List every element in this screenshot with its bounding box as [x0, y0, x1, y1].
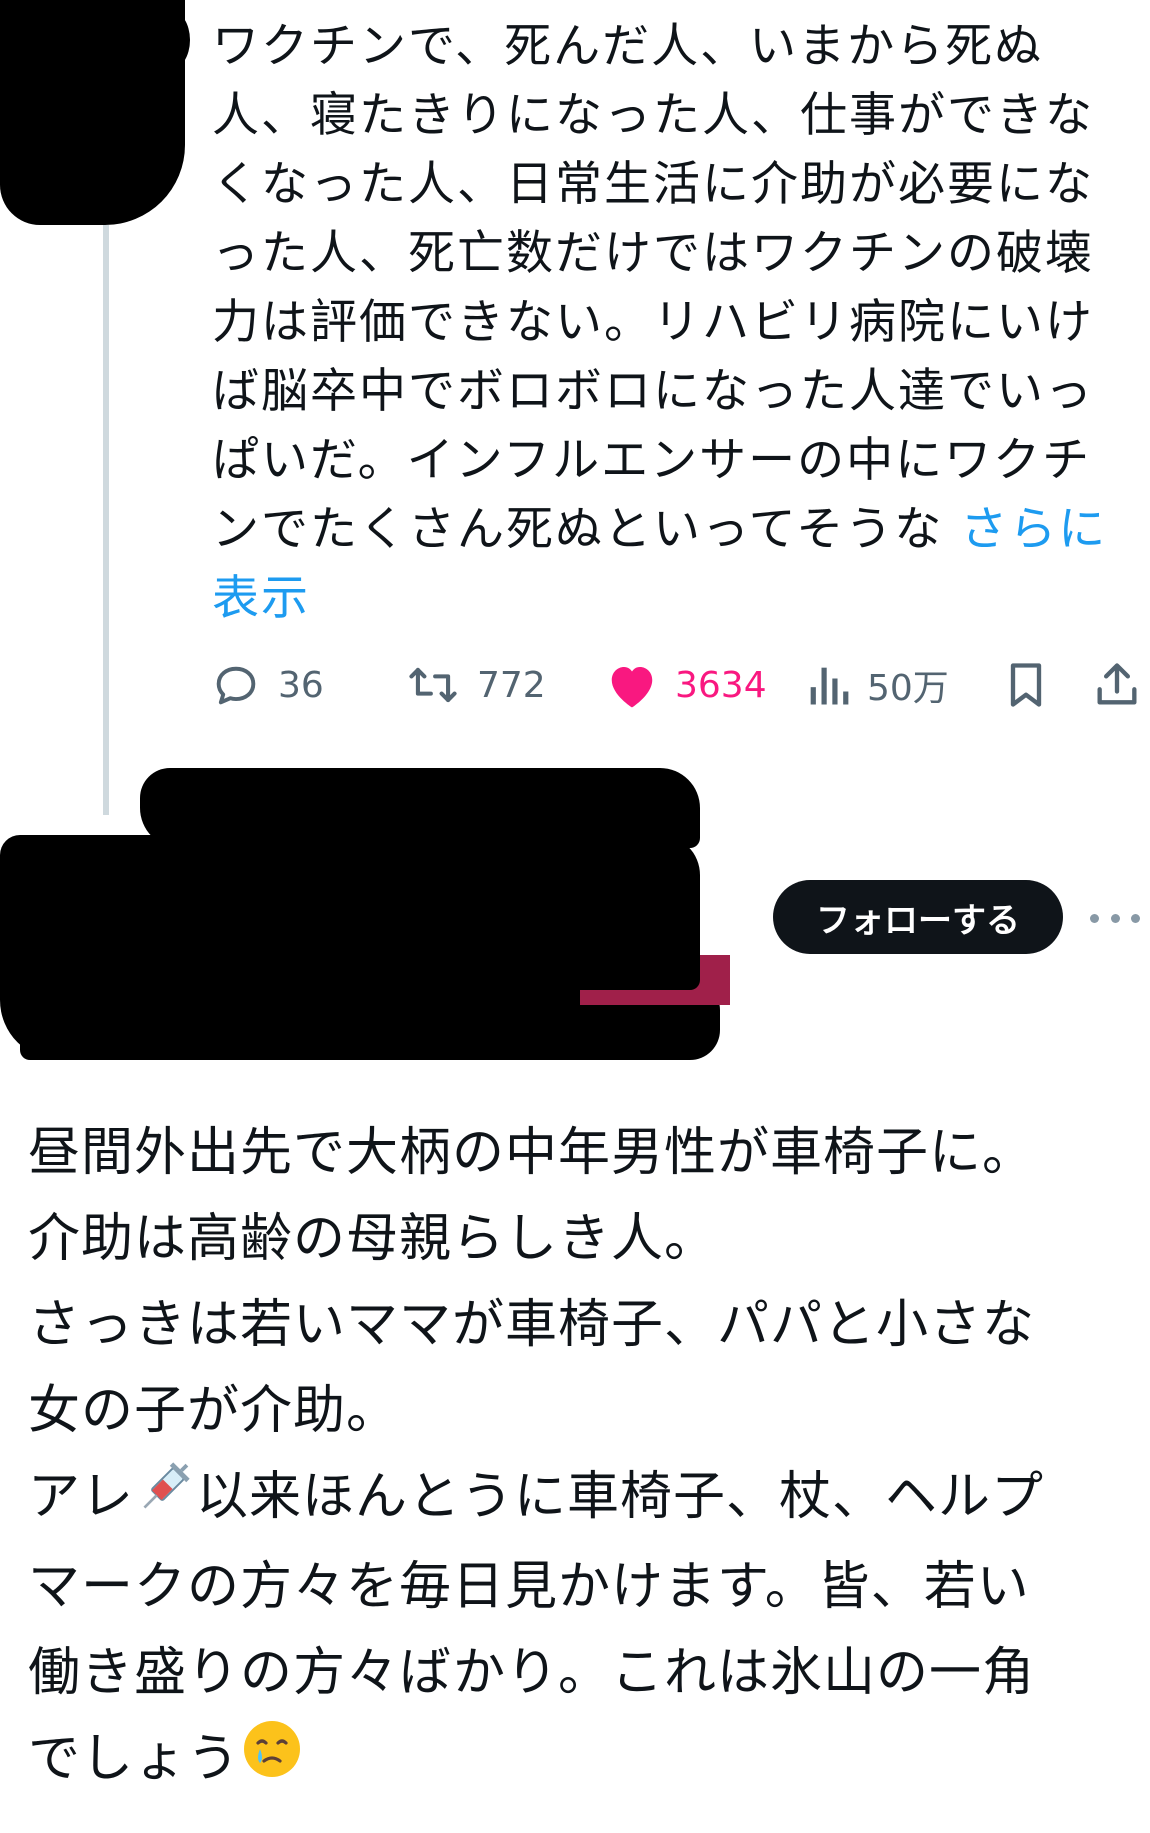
follow-button[interactable]: フォローする	[773, 880, 1063, 954]
like-button[interactable]: 3634	[605, 650, 767, 720]
thread-line	[103, 225, 109, 815]
redacted-avatar-edge	[150, 10, 190, 70]
views-icon	[805, 659, 851, 711]
tweet2-line-2: 介助は高齢の母親らしき人。	[28, 1209, 718, 1269]
crying-face-icon	[240, 1717, 304, 1807]
more-icon[interactable]	[1090, 893, 1140, 943]
tweet2-line-5a: アレ	[28, 1467, 135, 1527]
heart-icon	[605, 659, 659, 711]
reply-icon	[210, 659, 262, 711]
tweet2-line-5b: 以来ほんとうに車椅子、杖、ヘルプ	[196, 1467, 1045, 1527]
tweet2-line-7: 働き盛りの方々ばかり。これは氷山の一角	[28, 1643, 1036, 1703]
repost-button[interactable]: 772	[405, 650, 546, 720]
views-button[interactable]: 50万	[805, 650, 949, 720]
reply-button[interactable]: 36	[210, 650, 324, 720]
like-count: 3634	[675, 664, 767, 706]
tweet2-line-4: 女の子が介助。	[28, 1381, 400, 1441]
tweet2-line-8: でしょう	[28, 1729, 241, 1789]
share-button[interactable]	[1093, 650, 1141, 720]
repost-icon	[405, 659, 461, 711]
tweet2-line-6: マークの方々を毎日見かけます。皆、若い	[28, 1557, 1030, 1617]
bookmark-icon	[1003, 659, 1049, 711]
tweet-actions: 36 772 3634 50万	[0, 650, 1150, 720]
tweet-text-2: 昼間外出先で大柄の中年男性が車椅子に。 介助は高齢の母親らしき人。 さっきは若い…	[28, 1110, 1138, 1807]
tweet2-line-3: さっきは若いママが車椅子、パパと小さな	[28, 1295, 1036, 1355]
views-count: 50万	[867, 668, 949, 709]
tweet2-line-1: 昼間外出先で大柄の中年男性が車椅子に。	[28, 1123, 1036, 1183]
share-icon	[1093, 659, 1141, 711]
repost-count: 772	[477, 664, 546, 706]
tweet-text: ワクチンで、死んだ人、いまから死ぬ人、寝たきりになった人、仕事ができなくなった人…	[212, 12, 1132, 633]
redacted-overlay	[560, 930, 700, 990]
syringe-icon	[134, 1456, 196, 1544]
reply-count: 36	[278, 664, 324, 706]
tweet-body: ワクチンで、死んだ人、いまから死ぬ人、寝たきりになった人、仕事ができなくなった人…	[212, 19, 1094, 557]
bookmark-button[interactable]	[1003, 650, 1049, 720]
